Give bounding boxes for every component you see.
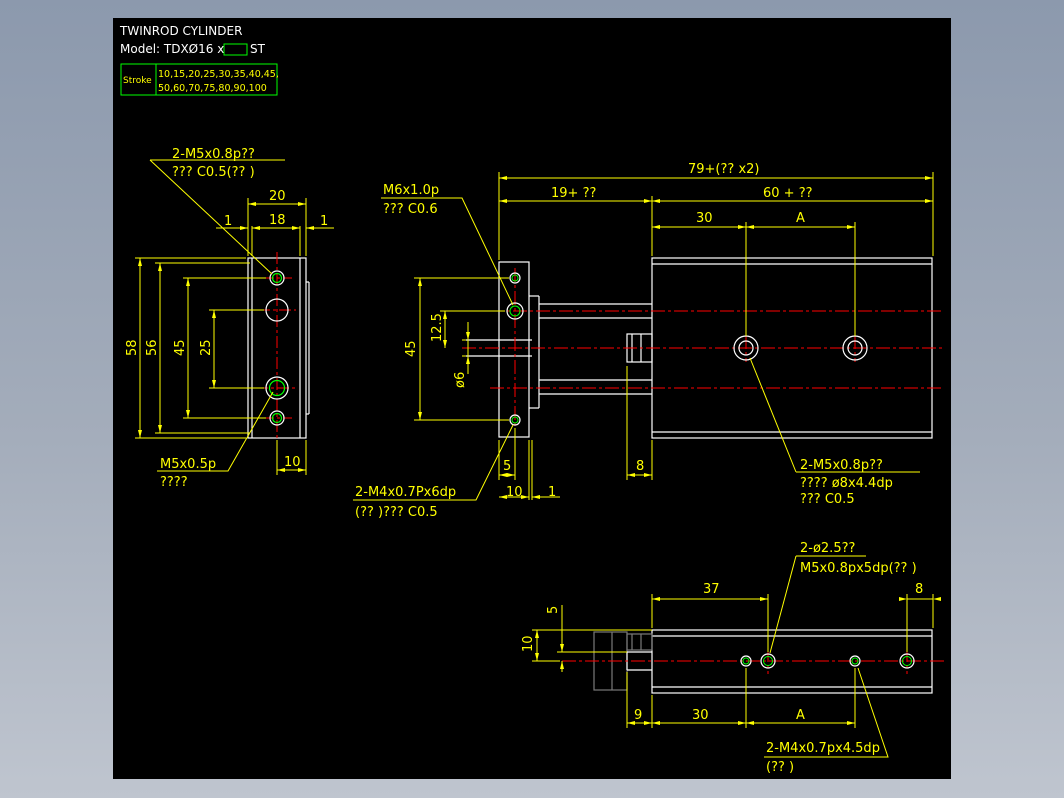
drawing-area	[113, 18, 951, 779]
left-note1-line1: 2-M5x0.8p??	[172, 147, 255, 162]
front-dim-5: 5	[503, 459, 511, 474]
front-dim-total: 79+(?? x2)	[688, 162, 759, 177]
bottom-note2-line1: 2-M4x0.7px4.5dp	[766, 741, 880, 756]
bottom-note1-line2: M5x0.8px5dp(?? )	[800, 561, 917, 576]
left-note2-line2: ????	[160, 475, 188, 490]
left-dim-56: 56	[145, 339, 160, 356]
bottom-dim-9: 9	[634, 708, 642, 723]
front-note1-line1: M6x1.0p	[383, 183, 439, 198]
stroke-values-row2: 50,60,70,75,80,90,100	[158, 83, 267, 94]
left-dim-58: 58	[125, 339, 140, 356]
left-dim-18: 18	[269, 213, 286, 228]
front-note1-line2: ??? C0.6	[383, 202, 438, 217]
model-label: Model: TDXØ16 x	[120, 42, 224, 56]
front-dim-30: 30	[696, 211, 713, 226]
bottom-dim-8: 8	[915, 582, 923, 597]
front-note2-line2: (?? )??? C0.5	[355, 505, 438, 520]
front-dim-A: A	[796, 211, 805, 226]
bottom-note1-line1: 2-ø2.5??	[800, 541, 855, 556]
stroke-values-row1: 10,15,20,25,30,35,40,45,	[158, 69, 279, 80]
model-suffix: ST	[250, 42, 266, 56]
left-dim-25: 25	[199, 339, 214, 356]
front-dim-6: ø6	[453, 372, 468, 388]
front-dim-12-5: 12.5	[430, 313, 445, 342]
front-dim-60: 60 + ??	[763, 186, 813, 201]
front-note3-line1: 2-M5x0.8p??	[800, 458, 883, 473]
left-note2-line1: M5x0.5p	[160, 457, 216, 472]
front-dim-8: 8	[636, 459, 644, 474]
left-dim-45: 45	[173, 339, 188, 356]
bottom-dim-30: 30	[692, 708, 709, 723]
left-dim-1a: 1	[224, 214, 232, 229]
left-dim-10: 10	[284, 455, 301, 470]
bottom-dim-A: A	[796, 708, 805, 723]
left-dim-1b: 1	[320, 214, 328, 229]
bottom-dim-5: 5	[546, 606, 561, 614]
stroke-label: Stroke	[123, 76, 152, 86]
front-dim-45: 45	[404, 340, 419, 357]
left-dim-20: 20	[269, 189, 286, 204]
title-text: TWINROD CYLINDER	[119, 24, 242, 38]
front-note2-line1: 2-M4x0.7Px6dp	[355, 485, 456, 500]
front-dim-1: 1	[548, 485, 556, 500]
front-note3-line2: ???? ø8x4.4dp	[800, 476, 893, 491]
front-dim-19: 19+ ??	[551, 186, 596, 201]
left-note1-line2: ??? C0.5(?? )	[172, 165, 255, 180]
bottom-dim-10: 10	[521, 635, 536, 652]
bottom-dim-37: 37	[703, 582, 720, 597]
front-note3-line3: ??? C0.5	[800, 492, 855, 507]
bottom-note2-line2: (?? )	[766, 760, 794, 775]
front-dim-10: 10	[506, 485, 523, 500]
